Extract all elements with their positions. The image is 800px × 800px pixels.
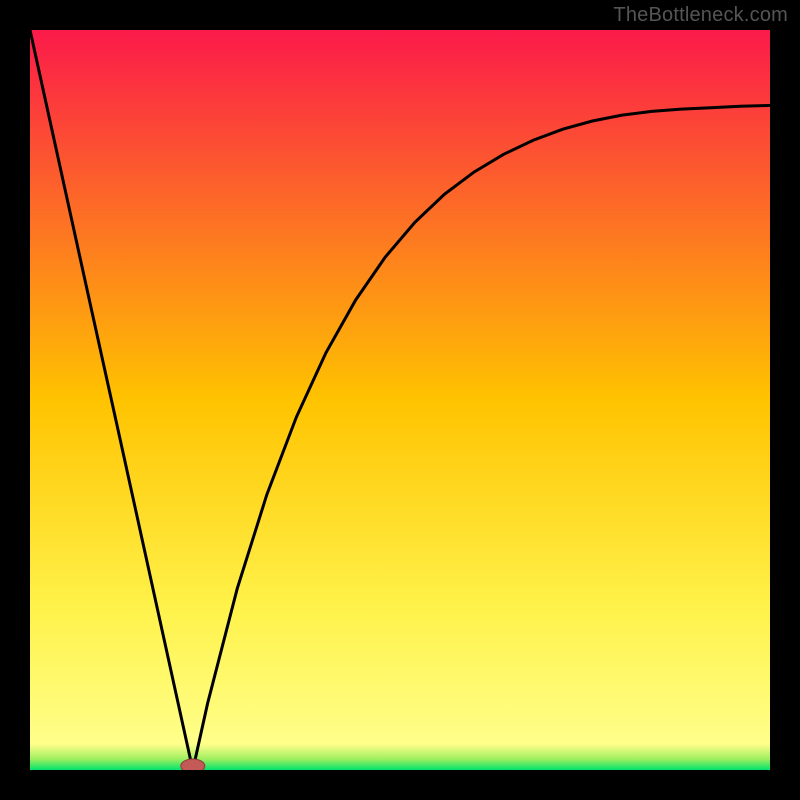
gradient-background [30,30,770,770]
chart-frame: TheBottleneck.com [0,0,800,800]
attribution-label: TheBottleneck.com [613,4,788,27]
notch-marker [181,759,205,770]
plot-area [30,30,770,770]
chart-svg [30,30,770,770]
